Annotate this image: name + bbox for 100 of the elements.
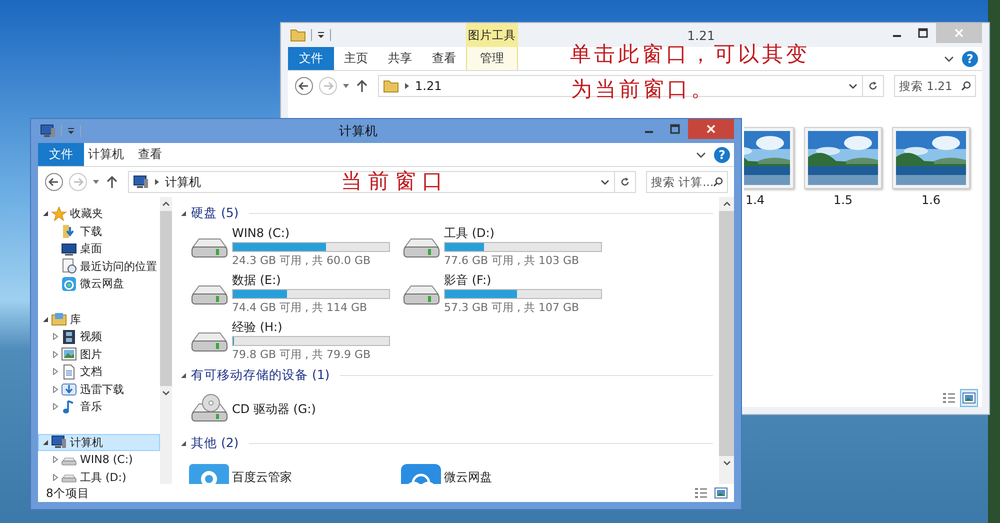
computer-icon xyxy=(51,434,67,450)
tree-item[interactable]: 图片 xyxy=(38,346,160,363)
collapsed-triangle-icon[interactable] xyxy=(52,456,59,464)
expanded-triangle-icon[interactable] xyxy=(180,440,187,446)
group-header[interactable]: 硬盘 (5) xyxy=(191,204,239,222)
ribbon-tab[interactable]: 计算机 xyxy=(84,143,128,166)
help-button[interactable]: ? xyxy=(714,146,730,162)
file-name: 1.5 xyxy=(833,193,853,207)
drive-name[interactable]: WIN8 (C:) xyxy=(232,226,390,240)
dropdown-caret-icon[interactable] xyxy=(848,81,858,91)
collapsed-triangle-icon[interactable] xyxy=(52,474,59,481)
scrollbar[interactable] xyxy=(719,197,734,484)
ribbon-tab[interactable]: 文件 xyxy=(288,47,334,70)
tree-item[interactable]: WIN8 (C:) xyxy=(38,451,160,468)
group-header[interactable]: 有可移动存储的设备 (1) xyxy=(191,366,330,384)
close-button[interactable] xyxy=(688,119,734,139)
picture-icon xyxy=(61,346,77,362)
drive-name[interactable]: 数据 (E:) xyxy=(232,272,390,286)
search-field[interactable]: 搜索 计算... xyxy=(646,171,728,193)
drive-details: 74.4 GB 可用 , 共 114 GB xyxy=(232,300,368,314)
expanded-triangle-icon[interactable] xyxy=(42,210,49,218)
drive-details: 57.3 GB 可用 , 共 107 GB xyxy=(444,300,580,314)
item-count: 8个项目 xyxy=(46,486,90,500)
folder-icon xyxy=(383,78,399,94)
refresh-button[interactable] xyxy=(614,171,636,193)
tree-item[interactable]: 计算机 xyxy=(38,434,160,451)
drive-name[interactable]: 工具 (D:) xyxy=(444,226,602,240)
drive-details: 77.6 GB 可用 , 共 103 GB xyxy=(444,254,580,268)
download-icon xyxy=(61,381,77,398)
address-bar[interactable]: 计算机 当前窗口 xyxy=(128,171,615,193)
dropdown-caret-icon[interactable] xyxy=(600,177,610,187)
tree-item[interactable]: 工具 (D:) xyxy=(38,468,160,484)
up-arrow-icon[interactable] xyxy=(104,174,120,190)
scrollbar[interactable] xyxy=(160,197,172,484)
file-name: 1.6 xyxy=(921,193,941,207)
cloud-icon xyxy=(61,276,77,292)
desktop-icon xyxy=(61,240,77,257)
help-button[interactable]: ? xyxy=(962,50,978,66)
contextual-tab-group-label: 图片工具 xyxy=(466,23,518,47)
refresh-icon[interactable] xyxy=(868,81,878,91)
expanded-triangle-icon[interactable] xyxy=(42,316,49,323)
film-icon xyxy=(61,328,77,345)
ribbon-tab[interactable]: 主页 xyxy=(334,47,378,70)
expanded-triangle-icon[interactable] xyxy=(180,210,187,216)
document-icon xyxy=(61,364,77,380)
tree-item[interactable]: 音乐 xyxy=(38,398,160,416)
expand-ribbon-icon[interactable] xyxy=(944,54,954,64)
refresh-icon[interactable] xyxy=(620,177,630,187)
scroll-up-icon[interactable] xyxy=(162,200,170,208)
optical-drive-icon[interactable] xyxy=(189,394,229,424)
window-title: 1.21 xyxy=(687,28,715,42)
breadcrumb-arrow-icon[interactable] xyxy=(403,82,411,90)
tree-item[interactable]: 文档 xyxy=(38,363,160,380)
collapsed-triangle-icon[interactable] xyxy=(52,386,59,393)
ribbon-tab[interactable]: 查看 xyxy=(128,143,172,166)
drive-name[interactable]: 影音 (F:) xyxy=(444,272,602,286)
drive-name[interactable]: 经验 (H:) xyxy=(232,320,390,334)
search-icon[interactable] xyxy=(961,81,971,91)
back-button[interactable] xyxy=(44,172,64,192)
ribbon-tab[interactable]: 查看 xyxy=(422,47,466,70)
star-icon xyxy=(51,206,67,222)
computer-icon xyxy=(133,174,149,190)
computer-icon[interactable] xyxy=(40,123,56,139)
drive-name[interactable]: 百度云管家 xyxy=(232,470,292,484)
expand-ribbon-icon[interactable] xyxy=(696,150,706,160)
annotation-text: 当前窗口 xyxy=(341,168,449,195)
search-icon[interactable] xyxy=(713,177,723,187)
tree-item[interactable]: 最近访问的位置 xyxy=(38,258,160,275)
address-path[interactable]: 计算机 xyxy=(165,174,201,190)
collapsed-triangle-icon[interactable] xyxy=(52,368,59,376)
drive-details: 24.3 GB 可用 , 共 60.0 GB xyxy=(232,254,372,268)
tree-item[interactable]: 下载 xyxy=(38,222,160,240)
tree-item[interactable]: 迅雷下载 xyxy=(38,380,160,398)
recent-locations-caret-icon[interactable] xyxy=(92,178,100,186)
drive-name[interactable]: CD 驱动器 (G:) xyxy=(232,402,316,416)
tree-item[interactable]: 桌面 xyxy=(38,240,160,258)
file-name: 1.4 xyxy=(745,193,765,207)
scroll-down-icon[interactable] xyxy=(722,459,730,467)
tree-item[interactable]: 视频 xyxy=(38,328,160,346)
tree-item[interactable]: 库 xyxy=(38,310,160,328)
scroll-up-icon[interactable] xyxy=(722,200,730,208)
ribbon-tab[interactable]: 共享 xyxy=(378,47,422,70)
tree-item[interactable]: 收藏夹 xyxy=(38,205,160,222)
tree-item[interactable]: 微云网盘 xyxy=(38,275,160,292)
collapsed-triangle-icon[interactable] xyxy=(52,403,59,410)
recent-places-icon xyxy=(61,258,77,274)
collapsed-triangle-icon[interactable] xyxy=(52,333,59,340)
breadcrumb-arrow-icon[interactable] xyxy=(153,178,161,186)
expanded-triangle-icon[interactable] xyxy=(42,438,49,446)
ribbon-tab[interactable]: 管理 xyxy=(466,47,518,70)
scroll-down-icon[interactable] xyxy=(162,389,170,397)
address-path[interactable]: 1.21 xyxy=(415,79,442,93)
drive-name[interactable]: 微云网盘 xyxy=(444,470,492,484)
close-icon[interactable] xyxy=(706,124,716,134)
collapsed-triangle-icon[interactable] xyxy=(52,350,59,358)
group-header[interactable]: 其他 (2) xyxy=(191,434,239,452)
drive-details: 79.8 GB 可用 , 共 79.9 GB xyxy=(232,348,372,362)
annotation-text: 单击此窗口，可以其变 xyxy=(570,41,810,68)
expanded-triangle-icon[interactable] xyxy=(180,372,187,378)
window-title: 计算机 xyxy=(339,122,378,138)
